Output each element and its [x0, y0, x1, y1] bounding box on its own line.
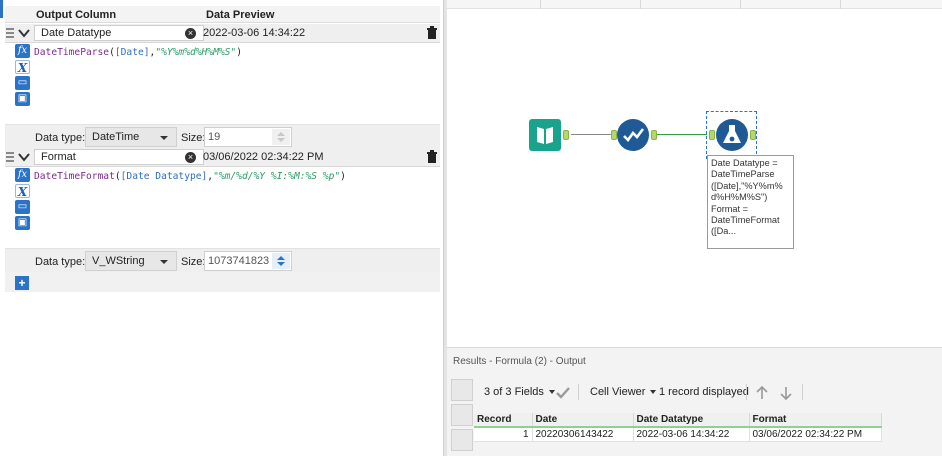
- add-field-button[interactable]: +: [15, 276, 29, 290]
- column-header[interactable]: Date: [532, 413, 634, 428]
- input-anchor[interactable]: [709, 130, 715, 140]
- column-header[interactable]: Format: [749, 413, 882, 428]
- output-column-name[interactable]: Date Datatype: [34, 25, 204, 41]
- metadata-view-icon[interactable]: [451, 404, 473, 426]
- table-cell[interactable]: 1: [474, 427, 533, 442]
- size-label: Size:: [181, 132, 206, 144]
- size-field[interactable]: 1073741823: [204, 251, 292, 271]
- size-spinner-icon[interactable]: [272, 129, 290, 145]
- drag-handle-icon[interactable]: [6, 152, 14, 162]
- results-title: Results - Formula (2) - Output: [453, 356, 586, 367]
- data-preview-header: Data Preview: [206, 9, 275, 21]
- messages-view-icon[interactable]: [451, 429, 473, 451]
- drag-handle-icon[interactable]: [6, 28, 14, 38]
- arrow-up-icon[interactable]: [756, 386, 768, 400]
- column-header[interactable]: Date Datatype: [633, 413, 750, 428]
- chevron-down-icon[interactable]: [18, 151, 30, 163]
- size-field[interactable]: 19: [204, 127, 292, 147]
- data-type-label: Data type:: [35, 256, 86, 268]
- table-row[interactable]: 1 20220306143422 2022-03-06 14:34:22 03/…: [474, 427, 882, 442]
- output-column-name[interactable]: Format: [34, 149, 204, 165]
- results-panel: Results - Formula (2) - Output 3 of 3 Fi…: [447, 347, 942, 456]
- size-spinner-icon[interactable]: [272, 253, 290, 269]
- expression-tools: fx X ▭ ▣: [15, 44, 33, 108]
- field-row-header: Format × 03/06/2022 02:34:22 PM: [5, 148, 440, 167]
- add-field-bar: [5, 272, 440, 292]
- delete-field-icon[interactable]: [426, 26, 438, 40]
- tool-annotation: Date Datatype = DateTimeParse ([Date],"%…: [707, 155, 794, 249]
- field-options-bar: Data type: DateTime Size: 19: [5, 124, 440, 150]
- toolbar-divider: [578, 384, 579, 400]
- checkmark-icon[interactable]: [556, 387, 570, 399]
- toolbar-divider: [802, 384, 803, 400]
- data-preview-value: 03/06/2022 02:34:22 PM: [203, 151, 324, 163]
- record-count: 1 record displayed: [659, 386, 749, 398]
- table-cell[interactable]: 2022-03-06 14:34:22: [633, 427, 750, 442]
- save-icon[interactable]: ▣: [15, 92, 30, 106]
- field-options-bar: Data type: V_WString Size: 1073741823: [5, 248, 440, 274]
- table-cell[interactable]: 20220306143422: [532, 427, 634, 442]
- clear-name-icon[interactable]: ×: [185, 152, 196, 163]
- expression-editor[interactable]: DateTimeParse([Date],"%Y%m%d%H%M%S"): [34, 47, 242, 58]
- delete-field-icon[interactable]: [426, 150, 438, 164]
- expression-editor[interactable]: DateTimeFormat([Date Datatype],"%m/%d/%Y…: [34, 171, 346, 182]
- field-row-header: Date Datatype × 2022-03-06 14:34:22: [5, 24, 440, 43]
- connector-line[interactable]: [655, 134, 707, 135]
- data-type-select[interactable]: DateTime: [85, 127, 177, 147]
- chevron-down-icon[interactable]: [18, 27, 30, 39]
- select-tool-icon[interactable]: [617, 119, 649, 151]
- formula-tool-icon[interactable]: [716, 119, 748, 151]
- output-anchor[interactable]: [563, 130, 569, 140]
- results-toolbar: 3 of 3 Fields Cell Viewer 1 record displ…: [447, 379, 942, 406]
- variable-icon[interactable]: X: [15, 60, 30, 75]
- open-folder-icon[interactable]: ▭: [15, 76, 30, 90]
- canvas-ruler: [447, 0, 942, 9]
- output-anchor[interactable]: [750, 130, 756, 140]
- data-type-select[interactable]: V_WString: [85, 251, 177, 271]
- cell-viewer-dropdown[interactable]: Cell Viewer: [590, 386, 657, 398]
- results-table: Record Date Date Datatype Format 1 20220…: [474, 413, 882, 442]
- column-header[interactable]: Record: [474, 413, 533, 428]
- table-header-row: Record Date Date Datatype Format: [474, 413, 882, 428]
- expression-tools: fx X ▭ ▣: [15, 168, 33, 232]
- connector-line[interactable]: [571, 134, 615, 135]
- table-cell[interactable]: 03/06/2022 02:34:22 PM: [749, 427, 882, 442]
- panel-edge-accent: [0, 0, 3, 18]
- clear-name-icon[interactable]: ×: [185, 28, 196, 39]
- toolbar-divider: [746, 384, 747, 400]
- size-label: Size:: [181, 256, 206, 268]
- save-icon[interactable]: ▣: [15, 216, 30, 230]
- input-data-tool-icon[interactable]: [529, 119, 561, 151]
- output-column-header: Output Column: [36, 9, 117, 21]
- open-folder-icon[interactable]: ▭: [15, 200, 30, 214]
- variable-icon[interactable]: X: [15, 184, 30, 199]
- function-icon[interactable]: fx: [15, 168, 30, 182]
- function-icon[interactable]: fx: [15, 44, 30, 58]
- arrow-down-icon[interactable]: [780, 386, 792, 400]
- data-type-label: Data type:: [35, 132, 86, 144]
- column-header-bar: Output Column Data Preview: [5, 6, 440, 23]
- data-preview-value: 2022-03-06 14:34:22: [203, 27, 306, 39]
- workflow-canvas[interactable]: Date Datatype = DateTimeParse ([Date],"%…: [447, 0, 942, 347]
- output-anchor[interactable]: [651, 130, 657, 140]
- fields-dropdown[interactable]: 3 of 3 Fields: [484, 386, 555, 398]
- formula-config-panel: Output Column Data Preview Date Datatype…: [0, 0, 443, 456]
